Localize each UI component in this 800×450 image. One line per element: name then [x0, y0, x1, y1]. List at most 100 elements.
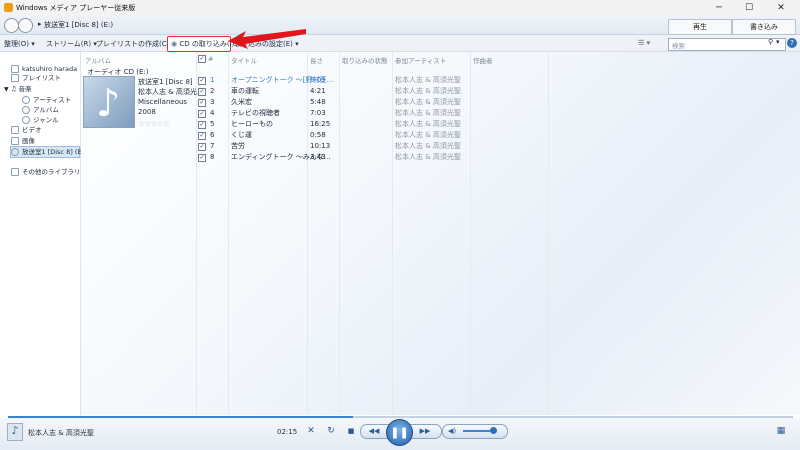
track-checkbox[interactable]: ✓ [198, 154, 206, 162]
shuffle-icon[interactable]: ✕ [305, 424, 317, 438]
close-button[interactable]: ✕ [768, 0, 794, 16]
track-length: 5:09 [310, 76, 326, 84]
music-icon: ♫ [10, 85, 17, 93]
create-playlist-menu[interactable]: プレイリストの作成(C) ▾ [96, 39, 175, 49]
genre-icon [22, 116, 30, 124]
track-row[interactable]: ✓ 7 苦労 10:13 松本人志 & 高須光聖 [198, 141, 548, 152]
rating-stars[interactable]: ☆☆☆☆☆ [138, 119, 170, 128]
track-checkbox[interactable]: ✓ [198, 132, 206, 140]
playlist-icon [11, 74, 19, 82]
album-year: 2008 [138, 108, 156, 116]
breadcrumb-arrow-icon: ▸ [38, 20, 42, 28]
track-checkbox[interactable]: ✓ [198, 99, 206, 107]
user-icon [11, 65, 19, 73]
maximize-button[interactable]: ☐ [736, 0, 762, 16]
sidebar-item-pictures[interactable]: 画像 [11, 136, 35, 146]
cd-icon: ◉ [171, 40, 178, 48]
track-title: 車の運転 [231, 87, 259, 95]
back-button[interactable] [4, 18, 19, 33]
track-length: 5:48 [310, 98, 326, 106]
album-artist: 松本人志 & 高須光… [138, 88, 204, 96]
track-number: 7 [210, 142, 215, 150]
elapsed-time: 02:15 [277, 428, 298, 436]
track-title: ヒーローもの [231, 120, 273, 128]
track-length: 0:58 [310, 131, 326, 139]
album-name: 放送室1 [Disc 8] [138, 78, 193, 86]
column-header-length[interactable]: 長さ [310, 55, 323, 65]
column-header-album[interactable]: アルバム [85, 55, 111, 65]
sidebar-item-video[interactable]: ビデオ [11, 125, 42, 135]
picture-icon [11, 137, 19, 145]
library-icon [11, 168, 19, 176]
track-length: 4:21 [310, 87, 326, 95]
rip-cd-button[interactable]: ◉ CD の取り込み(I) [171, 39, 234, 49]
video-icon [11, 126, 19, 134]
sidebar-item-music[interactable]: ▼ ♫ 音楽 [4, 84, 31, 94]
track-row[interactable]: ✓ 4 テレビの視聴者 7:03 松本人志 & 高須光聖 [198, 108, 548, 119]
stream-menu[interactable]: ストリーム(R) ▾ [46, 39, 97, 49]
track-length: 7:03 [310, 109, 326, 117]
now-playing-art[interactable]: ♪ [7, 423, 23, 441]
minimize-button[interactable]: ─ [706, 0, 732, 16]
cd-icon [11, 148, 19, 156]
app-icon [4, 3, 13, 12]
select-all-checkbox[interactable]: ✓ [198, 55, 206, 63]
sidebar-item-disc[interactable]: 放送室1 [Disc 8] (E:) [10, 146, 86, 158]
previous-button[interactable]: ◀◀ [364, 424, 384, 438]
track-artist: 松本人志 & 高須光聖 [395, 98, 461, 106]
track-title: 苦労 [231, 142, 245, 150]
track-checkbox[interactable]: ✓ [198, 110, 206, 118]
track-title: テレビの視聴者 [231, 109, 280, 117]
sidebar-item-artist[interactable]: アーティスト [22, 95, 71, 105]
title-bar: Windows メディア プレーヤー従来版 ─ ☐ ✕ [0, 0, 800, 16]
now-playing-artist: 松本人志 & 高須光聖 [28, 429, 94, 437]
stop-button[interactable]: ■ [345, 424, 357, 438]
search-icon[interactable]: ⚲ [768, 38, 773, 46]
organize-menu[interactable]: 整理(O) ▾ [4, 39, 35, 49]
tab-burn[interactable]: 書き込み [732, 19, 796, 35]
column-header-title[interactable]: タイトル [231, 55, 257, 65]
next-button[interactable]: ▶▶ [414, 424, 436, 438]
sidebar-item-album[interactable]: アルバム [22, 105, 59, 115]
track-artist: 松本人志 & 高須光聖 [395, 76, 461, 84]
track-artist: 松本人志 & 高須光聖 [395, 131, 461, 139]
track-artist: 松本人志 & 高須光聖 [395, 142, 461, 150]
sidebar-item-other-libraries[interactable]: その他のライブラリ [11, 167, 81, 177]
track-row[interactable]: ✓ 8 エンディングトーク ～みんな… 3:43 松本人志 & 高須光聖 [198, 152, 548, 163]
track-artist: 松本人志 & 高須光聖 [395, 109, 461, 117]
search-dropdown-icon[interactable]: ▾ [776, 38, 780, 46]
track-checkbox[interactable]: ✓ [198, 77, 206, 85]
track-row[interactable]: ✓ 1 オープニングトーク ～[野村正… 5:09 松本人志 & 高須光聖 [198, 75, 548, 86]
volume-icon[interactable]: ◀) [445, 424, 459, 438]
sidebar-item-genre[interactable]: ジャンル [22, 115, 59, 125]
column-header-rip-status[interactable]: 取り込みの状態 [342, 55, 388, 65]
column-header-composer[interactable]: 作曲者 [473, 55, 493, 65]
track-row[interactable]: ✓ 3 久米宏 5:48 松本人志 & 高須光聖 [198, 97, 548, 108]
breadcrumb[interactable]: 放送室1 [Disc 8] (E:) [44, 20, 113, 30]
volume-slider[interactable] [463, 430, 490, 432]
pause-button[interactable]: ❚❚ [386, 419, 413, 446]
track-row[interactable]: ✓ 2 車の運転 4:21 松本人志 & 高須光聖 [198, 86, 548, 97]
album-art[interactable]: ♪ [83, 76, 135, 128]
expand-arrow-icon: ▼ [4, 86, 9, 93]
track-row[interactable]: ✓ 6 くじ運 0:58 松本人志 & 高須光聖 [198, 130, 548, 141]
track-number: 3 [210, 98, 215, 106]
sidebar-item-playlists[interactable]: プレイリスト [11, 73, 61, 83]
forward-button[interactable] [18, 18, 33, 33]
track-number: 4 [210, 109, 215, 117]
annotation-arrow [228, 29, 306, 49]
track-checkbox[interactable]: ✓ [198, 143, 206, 151]
track-number: 5 [210, 120, 215, 128]
help-icon[interactable]: ? [787, 38, 797, 48]
repeat-icon[interactable]: ↻ [325, 424, 337, 438]
switch-to-now-playing-icon[interactable]: ▦ [774, 424, 788, 438]
column-header-number[interactable]: # [208, 55, 213, 63]
volume-slider-knob[interactable] [490, 427, 497, 434]
track-checkbox[interactable]: ✓ [198, 88, 206, 96]
tab-play[interactable]: 再生 [668, 19, 732, 35]
track-row[interactable]: ✓ 5 ヒーローもの 16:25 松本人志 & 高須光聖 [198, 119, 548, 130]
track-artist: 松本人志 & 高須光聖 [395, 153, 461, 161]
column-header-artist[interactable]: 参加アーティスト [395, 55, 446, 65]
track-checkbox[interactable]: ✓ [198, 121, 206, 129]
view-options-icon[interactable]: ☰ ▾ [638, 39, 650, 47]
